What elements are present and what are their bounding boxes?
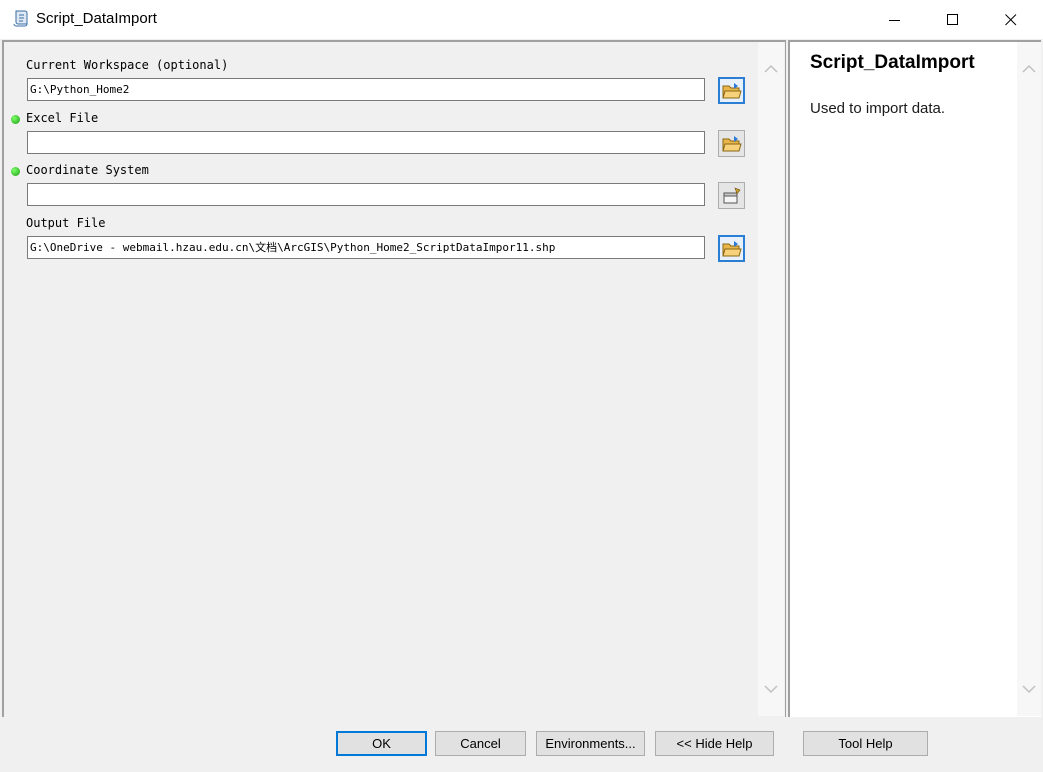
- excel-file-label: Excel File: [26, 111, 99, 125]
- workspace-label: Current Workspace (optional): [26, 58, 229, 72]
- scroll-up-icon[interactable]: [1022, 64, 1036, 74]
- coordinate-system-label: Coordinate System: [26, 163, 149, 177]
- script-tool-icon: [12, 9, 30, 29]
- workspace-field[interactable]: G:\Python_Home2: [27, 78, 705, 101]
- ok-button[interactable]: OK: [336, 731, 427, 756]
- maximize-button[interactable]: [924, 0, 982, 39]
- scroll-down-icon[interactable]: [764, 684, 778, 694]
- workspace-browse-button[interactable]: [718, 77, 745, 104]
- scroll-down-icon[interactable]: [1022, 684, 1036, 694]
- folder-open-icon: [721, 82, 742, 98]
- spatial-reference-icon: [723, 186, 740, 203]
- excel-file-field[interactable]: [27, 131, 705, 154]
- output-file-label: Output File: [26, 216, 106, 230]
- title-bar: Script_DataImport: [0, 0, 1043, 39]
- cancel-button[interactable]: Cancel: [435, 731, 526, 756]
- help-pane: [788, 40, 1041, 717]
- excel-file-browse-button[interactable]: [718, 130, 745, 157]
- coordinate-system-button[interactable]: [718, 182, 745, 209]
- window-title: Script_DataImport: [36, 10, 157, 27]
- scroll-up-icon[interactable]: [764, 64, 778, 74]
- help-scrollbar[interactable]: [1017, 42, 1041, 716]
- close-button[interactable]: [982, 0, 1040, 39]
- close-icon: [1005, 13, 1017, 25]
- environments-button[interactable]: Environments...: [536, 731, 645, 756]
- required-indicator-icon: [11, 115, 20, 124]
- maximize-icon: [947, 13, 958, 25]
- folder-open-icon: [721, 135, 742, 151]
- minimize-icon: [889, 19, 900, 21]
- help-title: Script_DataImport: [810, 52, 975, 73]
- output-file-field[interactable]: G:\OneDrive - webmail.hzau.edu.cn\文档\Arc…: [27, 236, 705, 259]
- required-indicator-icon: [11, 167, 20, 176]
- output-file-browse-button[interactable]: [718, 235, 745, 262]
- tool-help-button[interactable]: Tool Help: [803, 731, 928, 756]
- help-description: Used to import data.: [810, 100, 946, 117]
- hide-help-button[interactable]: << Hide Help: [655, 731, 774, 756]
- parameters-scrollbar[interactable]: [758, 42, 784, 716]
- coordinate-system-field[interactable]: [27, 183, 705, 206]
- minimize-button[interactable]: [866, 0, 924, 39]
- folder-open-icon: [721, 240, 742, 256]
